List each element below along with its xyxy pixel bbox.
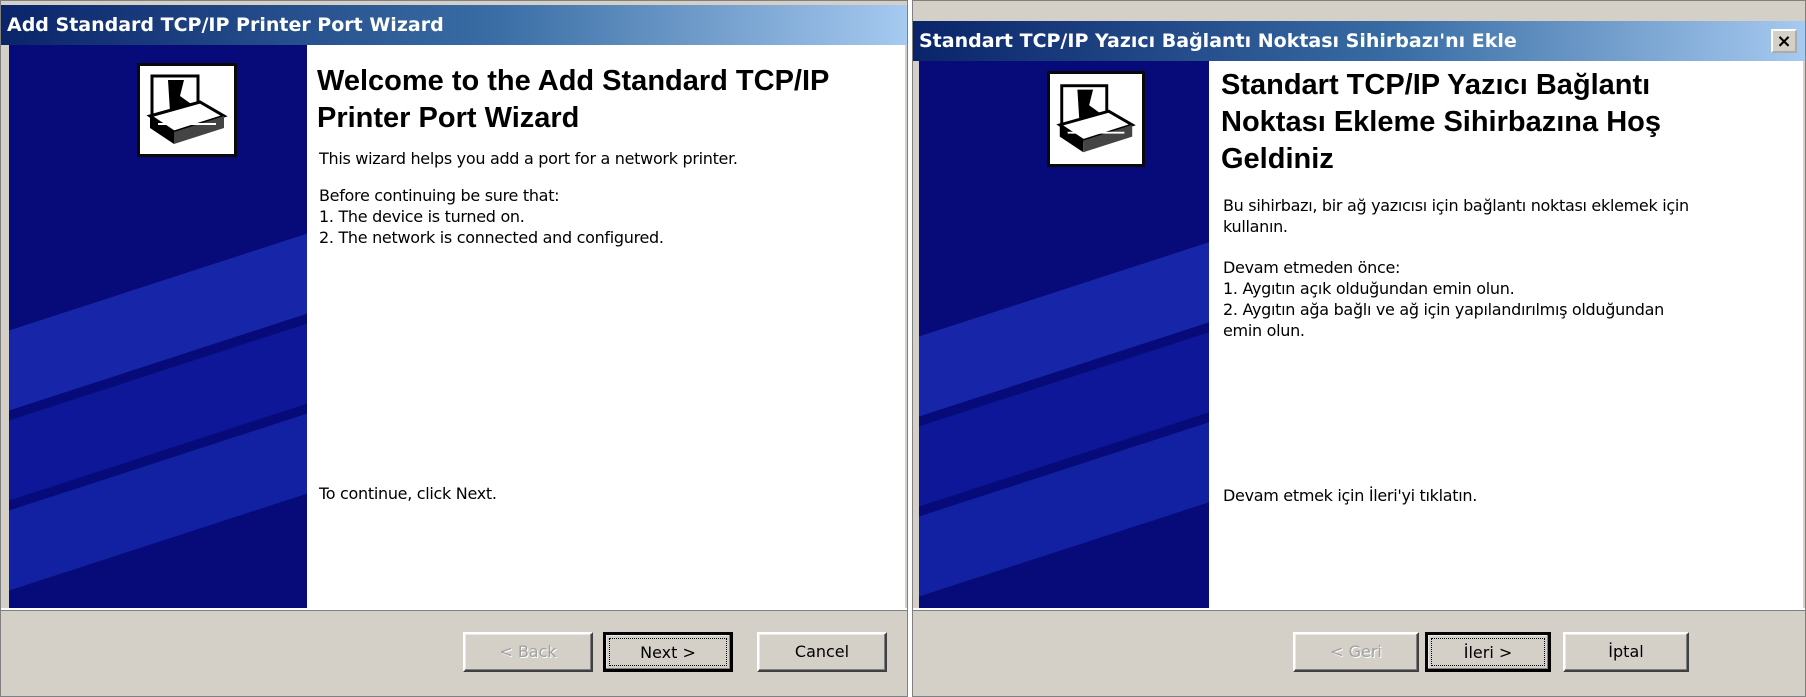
checklist-item: 1. The device is turned on. (319, 207, 525, 226)
wizard-heading: Welcome to the Add Standard TCP/IP Print… (317, 63, 829, 137)
checklist-line: 2. Aygıtın ağa bağlı ve ağ için yapıland… (1223, 300, 1664, 319)
window-title: Add Standard TCP/IP Printer Port Wizard (7, 14, 444, 36)
button-bar: < Geri İleri > İptal (913, 608, 1805, 696)
wizard-content: Welcome to the Add Standard TCP/IP Print… (307, 45, 905, 609)
checklist-item: 1. Aygıtın açık olduğundan emin olun. (1223, 279, 1515, 298)
back-button[interactable]: < Back (463, 632, 593, 672)
wizard-sidebar-banner (919, 61, 1209, 609)
printer-wizard-icon-glyph (146, 74, 228, 144)
before-text: Devam etmeden önce: (1223, 258, 1401, 277)
checklist-item: 2. The network is connected and configur… (319, 228, 664, 247)
window-title: Standart TCP/IP Yazıcı Bağlantı Noktası … (919, 30, 1517, 52)
next-button[interactable]: İleri > (1425, 632, 1551, 672)
title-bar: Add Standard TCP/IP Printer Port Wizard (1, 5, 907, 45)
next-button-label: İleri > (1463, 643, 1513, 662)
intro-text: Bu sihirbazı, bir ağ yazıcısı için bağla… (1223, 195, 1689, 237)
next-button-label: Next > (640, 643, 696, 662)
heading-line: Welcome to the Add Standard TCP/IP (317, 65, 830, 97)
wizard-content: Standart TCP/IP Yazıcı Bağlantı Noktası … (1209, 61, 1803, 609)
english-wizard-window: Add Standard TCP/IP Printer Port Wizard … (0, 0, 908, 697)
wizard-sidebar-banner (9, 45, 307, 609)
back-button[interactable]: < Geri (1293, 632, 1419, 672)
checklist-item: 2. Aygıtın ağa bağlı ve ağ için yapıland… (1223, 299, 1664, 341)
intro-text: This wizard helps you add a port for a n… (319, 149, 738, 168)
heading-line: Geldiniz (1221, 143, 1334, 175)
close-icon[interactable]: × (1771, 29, 1797, 53)
intro-line: kullanın. (1223, 217, 1288, 236)
continue-instruction: To continue, click Next. (319, 484, 497, 503)
heading-line: Noktası Ekleme Sihirbazına Hoş (1221, 106, 1661, 138)
continue-instruction: Devam etmek için İleri'yi tıklatın. (1223, 486, 1478, 505)
next-button[interactable]: Next > (603, 632, 733, 672)
printer-wizard-icon-glyph (1056, 84, 1136, 153)
turkish-wizard-window: Standart TCP/IP Yazıcı Bağlantı Noktası … (912, 0, 1806, 697)
wizard-heading: Standart TCP/IP Yazıcı Bağlantı Noktası … (1221, 67, 1661, 178)
title-bar: Standart TCP/IP Yazıcı Bağlantı Noktası … (913, 21, 1805, 61)
checklist-line: emin olun. (1223, 321, 1305, 340)
cancel-button[interactable]: İptal (1563, 632, 1689, 672)
printer-wizard-icon (1047, 71, 1145, 167)
heading-line: Standart TCP/IP Yazıcı Bağlantı (1221, 69, 1651, 101)
heading-line: Printer Port Wizard (317, 102, 580, 134)
before-text: Before continuing be sure that: (319, 186, 560, 205)
intro-line: Bu sihirbazı, bir ağ yazıcısı için bağla… (1223, 196, 1689, 215)
cancel-button[interactable]: Cancel (757, 632, 887, 672)
button-bar: < Back Next > Cancel (1, 608, 907, 696)
printer-wizard-icon (137, 63, 237, 157)
